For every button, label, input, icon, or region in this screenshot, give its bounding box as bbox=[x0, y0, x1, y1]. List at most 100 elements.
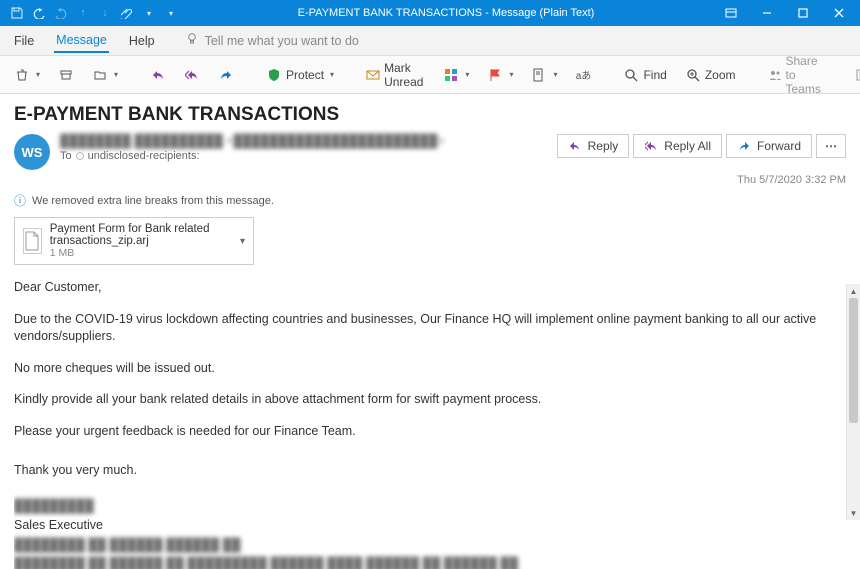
titlebar: ↑ ↓ ▾ ▾ E-PAYMENT BANK TRANSACTIONS - Me… bbox=[0, 0, 860, 26]
forward-arrow-icon bbox=[218, 67, 234, 83]
sender-avatar[interactable]: WS bbox=[14, 134, 50, 170]
body-p2: Due to the COVID-19 virus lockdown affec… bbox=[14, 311, 830, 346]
to-line: To undisclosed-recipients: bbox=[60, 150, 547, 162]
archive-button[interactable] bbox=[52, 64, 80, 86]
email-subject: E-PAYMENT BANK TRANSACTIONS bbox=[14, 104, 846, 126]
reply-icon bbox=[568, 139, 582, 153]
tell-me-search[interactable]: Tell me what you want to do bbox=[185, 32, 359, 49]
body-p1: Dear Customer, bbox=[14, 279, 830, 297]
maximize-button[interactable] bbox=[786, 0, 820, 26]
reply-all-label: Reply All bbox=[664, 139, 711, 153]
reply-all-ribbon-button[interactable] bbox=[178, 64, 206, 86]
mark-unread-label: Mark Unread bbox=[384, 61, 425, 89]
flag-icon bbox=[487, 67, 503, 83]
move-button[interactable]: ▾ bbox=[86, 64, 124, 86]
folder-move-icon bbox=[92, 67, 108, 83]
shield-icon bbox=[266, 67, 282, 83]
forward-button[interactable]: Forward bbox=[726, 134, 812, 158]
reply-all-arrow-icon bbox=[184, 67, 200, 83]
attachment-name: Payment Form for Bank related transactio… bbox=[50, 223, 232, 247]
reply-all-button[interactable]: Reply All bbox=[633, 134, 722, 158]
undo-icon[interactable] bbox=[32, 6, 46, 20]
categorize-button[interactable]: ▾ bbox=[437, 64, 475, 86]
envelope-icon bbox=[366, 67, 380, 83]
delete-button[interactable]: ▾ bbox=[8, 64, 46, 86]
body-p4: Kindly provide all your bank related det… bbox=[14, 391, 830, 409]
up-arrow-icon[interactable]: ↑ bbox=[76, 6, 90, 20]
lightbulb-icon bbox=[185, 32, 199, 49]
find-label: Find bbox=[643, 68, 666, 82]
to-recipients: undisclosed-recipients: bbox=[88, 150, 200, 162]
share-teams-button[interactable]: Share to Teams bbox=[762, 51, 829, 99]
translate-button[interactable]: aあ bbox=[569, 64, 597, 86]
info-icon: ⓘ bbox=[14, 192, 26, 209]
search-icon bbox=[623, 67, 639, 83]
menubar: File Message Help Tell me what you want … bbox=[0, 26, 860, 56]
reply-ribbon-button[interactable] bbox=[144, 64, 172, 86]
reply-button[interactable]: Reply bbox=[557, 134, 630, 158]
info-bar-text: We removed extra line breaks from this m… bbox=[32, 195, 274, 207]
signature-name-redacted: █████████ bbox=[14, 498, 830, 516]
ellipsis-icon: ⋯ bbox=[825, 139, 837, 153]
attach-icon[interactable] bbox=[120, 6, 134, 20]
vertical-scrollbar[interactable]: ▲ ▼ bbox=[846, 284, 860, 520]
zoom-icon bbox=[685, 67, 701, 83]
down-arrow-icon[interactable]: ↓ bbox=[98, 6, 112, 20]
minimize-button[interactable] bbox=[750, 0, 784, 26]
scroll-track[interactable] bbox=[847, 298, 860, 506]
window-title: E-PAYMENT BANK TRANSACTIONS - Message (P… bbox=[178, 7, 714, 19]
scroll-up-button[interactable]: ▲ bbox=[847, 284, 860, 298]
send-onenote-button[interactable]: NSend to OneNote bbox=[849, 58, 860, 92]
message-actions: Reply Reply All Forward ⋯ bbox=[557, 134, 846, 158]
tell-me-placeholder: Tell me what you want to do bbox=[205, 34, 359, 48]
redo-icon[interactable] bbox=[54, 6, 68, 20]
signature-line1-redacted: ████████ ██ ██████ ██████ ██ bbox=[14, 537, 830, 555]
zoom-label: Zoom bbox=[705, 68, 736, 82]
forward-icon bbox=[737, 139, 751, 153]
scroll-down-button[interactable]: ▼ bbox=[847, 506, 860, 520]
info-bar: ⓘ We removed extra line breaks from this… bbox=[14, 192, 846, 209]
zoom-button[interactable]: Zoom bbox=[679, 64, 742, 86]
signature-line2-redacted: ████████ ██ ██████ ██ █████████ ██████ █… bbox=[14, 556, 830, 569]
close-button[interactable] bbox=[822, 0, 856, 26]
find-button[interactable]: Find bbox=[617, 64, 672, 86]
teams-icon bbox=[768, 67, 782, 83]
body-p3: No more cheques will be issued out. bbox=[14, 360, 830, 378]
ribbon-display-icon[interactable] bbox=[714, 0, 748, 26]
to-label: To bbox=[60, 150, 72, 162]
message-pane: E-PAYMENT BANK TRANSACTIONS WS ████████ … bbox=[0, 94, 860, 520]
qat-customize-icon[interactable]: ▾ bbox=[164, 6, 178, 20]
mark-unread-button[interactable]: Mark Unread bbox=[360, 58, 431, 92]
translate-icon: aあ bbox=[575, 67, 591, 83]
received-timestamp: Thu 5/7/2020 3:32 PM bbox=[14, 174, 846, 186]
save-icon[interactable] bbox=[10, 6, 24, 20]
file-icon bbox=[23, 228, 42, 254]
email-body: Dear Customer, Due to the COVID-19 virus… bbox=[14, 279, 846, 569]
menu-help[interactable]: Help bbox=[127, 30, 157, 52]
qat-dropdown-icon[interactable]: ▾ bbox=[142, 6, 156, 20]
reply-all-icon bbox=[644, 139, 658, 153]
more-actions-button[interactable]: ⋯ bbox=[816, 134, 846, 158]
ribbon: ▾ ▾ Protect▾ Mark Unread ▾ ▾ ▾ aあ Find Z… bbox=[0, 56, 860, 94]
menu-message[interactable]: Message bbox=[54, 29, 109, 53]
attachment-chip[interactable]: Payment Form for Bank related transactio… bbox=[14, 217, 254, 265]
body-p5: Please your urgent feedback is needed fo… bbox=[14, 423, 830, 441]
policy-button[interactable]: ▾ bbox=[525, 64, 563, 86]
policy-icon bbox=[531, 67, 547, 83]
forward-label: Forward bbox=[757, 139, 801, 153]
share-teams-label: Share to Teams bbox=[786, 54, 823, 96]
reply-label: Reply bbox=[588, 139, 619, 153]
archive-icon bbox=[58, 67, 74, 83]
from-line: ████████ ██████████ <███████████████████… bbox=[60, 134, 547, 148]
reply-arrow-icon bbox=[150, 67, 166, 83]
email-header: WS ████████ ██████████ <████████████████… bbox=[14, 134, 846, 170]
scroll-thumb[interactable] bbox=[849, 298, 858, 423]
follow-up-button[interactable]: ▾ bbox=[481, 64, 519, 86]
menu-file[interactable]: File bbox=[12, 30, 36, 52]
protect-button[interactable]: Protect▾ bbox=[260, 64, 340, 86]
attachment-size: 1 MB bbox=[50, 247, 232, 259]
body-p6: Thank you very much. bbox=[14, 462, 830, 480]
protect-label: Protect bbox=[286, 68, 324, 82]
attachment-dropdown-icon[interactable]: ▾ bbox=[240, 236, 245, 247]
forward-ribbon-button[interactable] bbox=[212, 64, 240, 86]
